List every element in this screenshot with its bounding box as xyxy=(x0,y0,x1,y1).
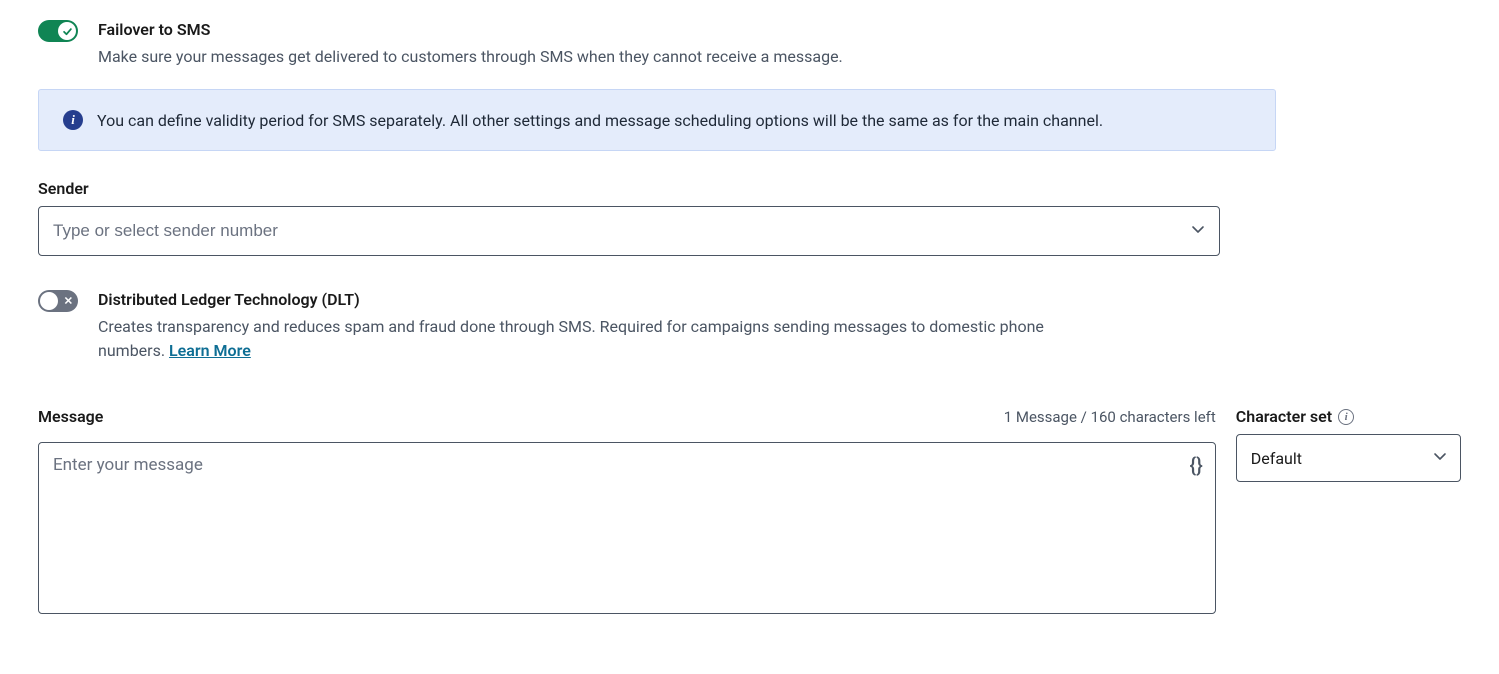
message-label: Message xyxy=(38,407,103,426)
charset-label: Character set xyxy=(1236,407,1332,426)
chevron-down-icon xyxy=(1432,448,1448,468)
info-outline-icon[interactable]: i xyxy=(1338,409,1354,425)
charset-select[interactable]: Default xyxy=(1236,434,1461,482)
info-banner: i You can define validity period for SMS… xyxy=(38,89,1276,151)
message-textarea-wrap: {} xyxy=(38,442,1216,614)
failover-toggle[interactable] xyxy=(38,20,78,42)
message-counter: 1 Message / 160 characters left xyxy=(1004,408,1216,426)
sender-combobox[interactable] xyxy=(38,206,1220,256)
failover-title: Failover to SMS xyxy=(98,20,843,39)
sender-label: Sender xyxy=(38,179,1461,198)
info-icon: i xyxy=(63,110,83,130)
dlt-learn-more-link[interactable]: Learn More xyxy=(169,341,251,360)
sender-input[interactable] xyxy=(38,206,1220,256)
insert-placeholder-button[interactable]: {} xyxy=(1189,453,1202,477)
charset-value: Default xyxy=(1251,449,1302,468)
check-icon xyxy=(62,22,73,41)
charset-column: Character set i Default xyxy=(1236,407,1461,482)
failover-description: Make sure your messages get delivered to… xyxy=(98,45,843,69)
dlt-section: ✕ Distributed Ledger Technology (DLT) Cr… xyxy=(38,290,1461,363)
dlt-toggle[interactable]: ✕ xyxy=(38,290,78,312)
failover-section: Failover to SMS Make sure your messages … xyxy=(38,20,1461,69)
message-row: Message 1 Message / 160 characters left … xyxy=(38,407,1461,614)
x-icon: ✕ xyxy=(64,296,73,307)
info-banner-text: You can define validity period for SMS s… xyxy=(97,111,1103,130)
dlt-title: Distributed Ledger Technology (DLT) xyxy=(98,290,1098,309)
message-column: Message 1 Message / 160 characters left … xyxy=(38,407,1216,614)
dlt-description: Creates transparency and reduces spam an… xyxy=(98,315,1098,363)
sender-field: Sender xyxy=(38,179,1461,256)
message-textarea[interactable] xyxy=(39,443,1215,613)
